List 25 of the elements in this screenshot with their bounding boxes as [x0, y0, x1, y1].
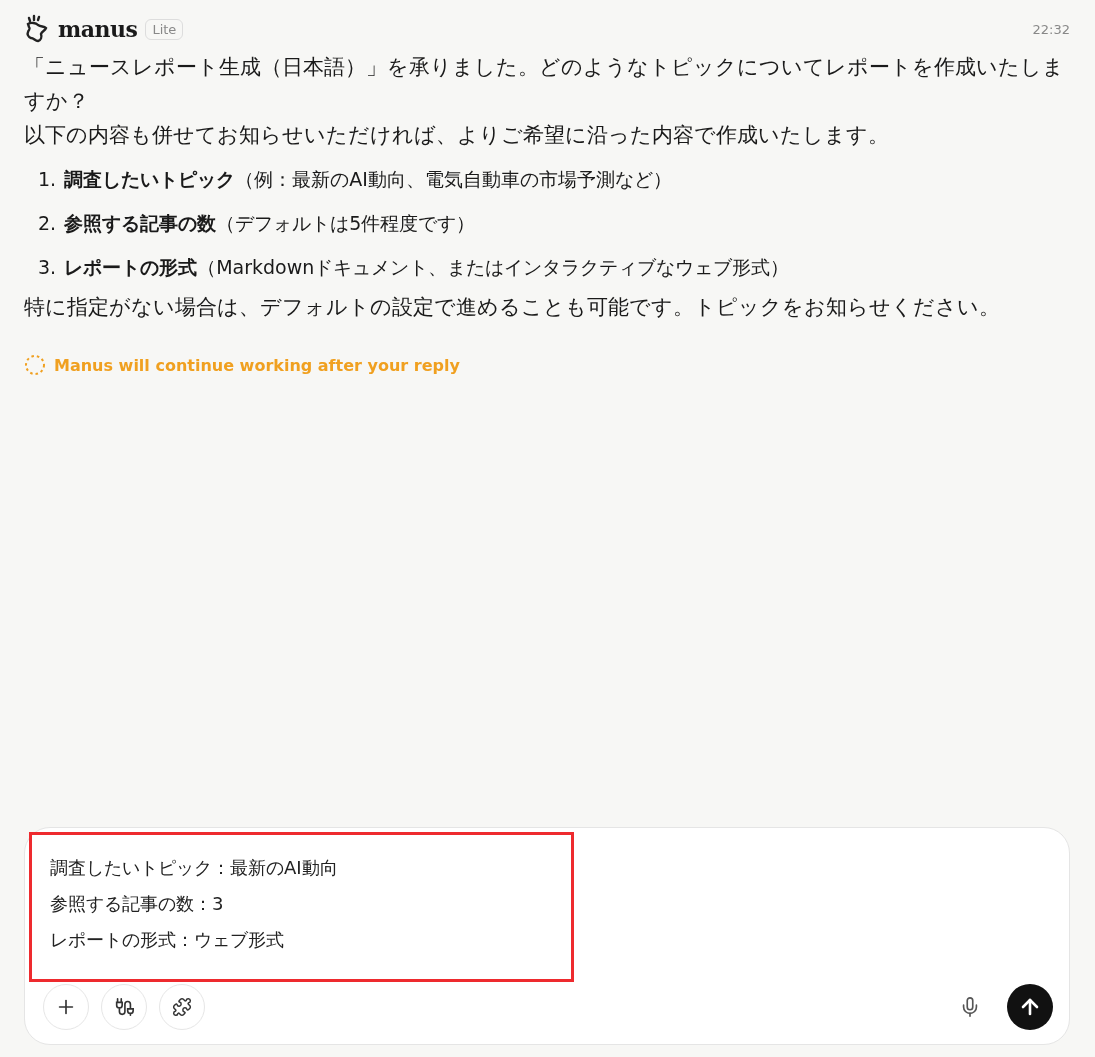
message-time: 22:32: [1032, 21, 1070, 37]
plan-badge: Lite: [145, 18, 184, 40]
plugin-button[interactable]: [159, 984, 205, 1030]
list-item-text: レポートの形式（Markdownドキュメント、またはインタラクティブなウェブ形式）: [64, 255, 790, 280]
list-number: 1.: [38, 167, 57, 192]
send-button[interactable]: [1007, 984, 1053, 1030]
list-item-text: 参照する記事の数（デフォルトは5件程度です）: [64, 211, 476, 236]
message-paragraph: 特に指定がない場合は、デフォルトの設定で進めることも可能です。トピックをお知らせください。: [24, 294, 1001, 321]
list-number: 2.: [38, 211, 57, 236]
list-item-text: 調査したいトピック（例：最新のAI動向、電気自動車の市場予測など）: [64, 167, 672, 192]
input-text-line: レポートの形式：ウェブ形式: [50, 928, 285, 952]
brand-name: manus: [58, 16, 138, 42]
puzzle-icon: [172, 997, 192, 1017]
connector-button[interactable]: [101, 984, 147, 1030]
message-input[interactable]: 調査したいトピック：最新のAI動向 参照する記事の数：3 レポートの形式：ウェブ形式: [29, 832, 574, 982]
add-button[interactable]: [43, 984, 89, 1030]
logo-icon: [24, 14, 50, 44]
status-text: Manus will continue working after your reply: [54, 355, 460, 375]
plug-icon: [113, 996, 135, 1018]
list-number: 3.: [38, 255, 57, 280]
loading-icon: [24, 354, 46, 376]
message-paragraph: 「ニュースレポート生成（日本語）」を承りました。どのようなトピックについてレポートを作成いたしますか？: [24, 54, 1065, 115]
message-paragraph: 以下の内容も併せてお知らせいただければ、よりご希望に沿った内容で作成いたします。: [24, 122, 890, 149]
input-text-line: 調査したいトピック：最新のAI動向: [50, 856, 339, 880]
input-text-line: 参照する記事の数：3: [50, 892, 225, 916]
